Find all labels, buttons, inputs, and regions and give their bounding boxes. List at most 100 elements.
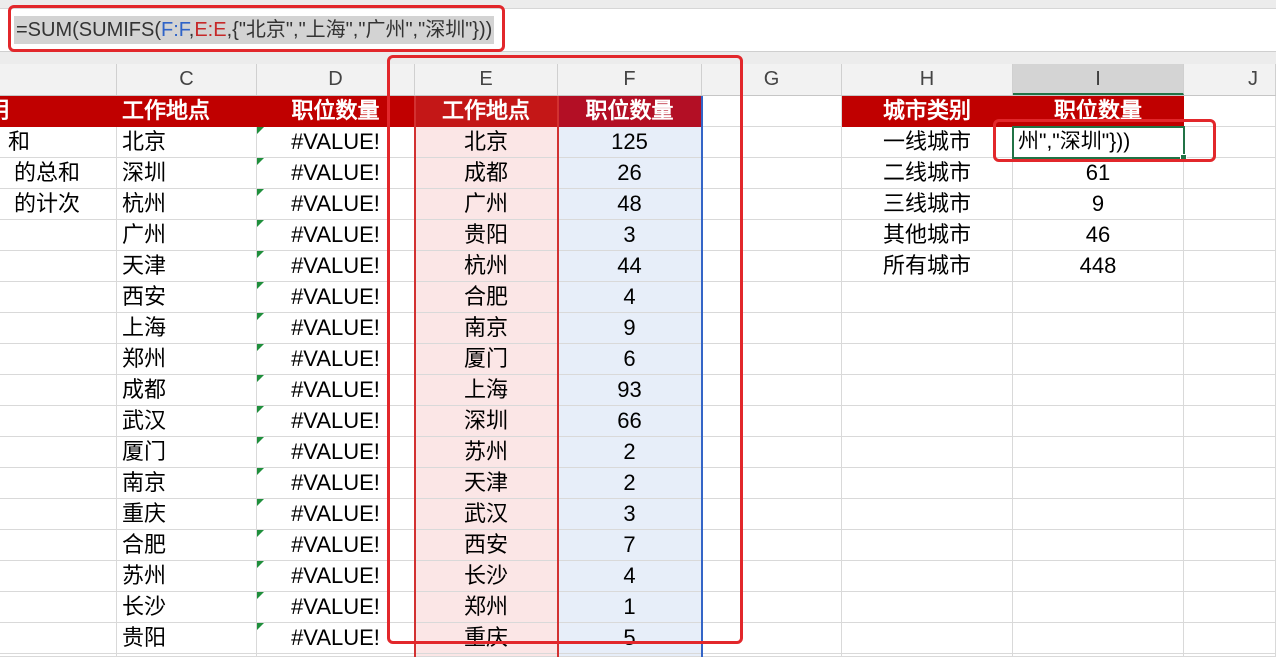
cell-B4[interactable]: 的计次 (0, 189, 117, 220)
cell-E11[interactable]: 深圳 (415, 406, 558, 437)
cell-J7[interactable] (1184, 282, 1276, 313)
cell-G1[interactable] (702, 96, 842, 127)
cell-E9[interactable]: 厦门 (415, 344, 558, 375)
cell-D5[interactable]: #VALUE! (257, 220, 415, 251)
cell-C6[interactable]: 天津 (117, 251, 257, 282)
cell-E16[interactable]: 长沙 (415, 561, 558, 592)
cell-I9[interactable] (1013, 344, 1184, 375)
cell-J1[interactable] (1184, 96, 1276, 127)
cell-F6[interactable]: 44 (558, 251, 702, 282)
cell-F16[interactable]: 4 (558, 561, 702, 592)
cell-C7[interactable]: 西安 (117, 282, 257, 313)
cell-H15[interactable] (842, 530, 1013, 561)
fill-handle[interactable] (1180, 154, 1187, 161)
cell-F10[interactable]: 93 (558, 375, 702, 406)
cell-H6[interactable]: 所有城市 (842, 251, 1013, 282)
cell-I15[interactable] (1013, 530, 1184, 561)
cell-D3[interactable]: #VALUE! (257, 158, 415, 189)
cell-C17[interactable]: 长沙 (117, 592, 257, 623)
cell-G10[interactable] (702, 375, 842, 406)
cell-B17[interactable] (0, 592, 117, 623)
cell-B5[interactable] (0, 220, 117, 251)
cell-E18[interactable]: 重庆 (415, 623, 558, 654)
cell-D16[interactable]: #VALUE! (257, 561, 415, 592)
cell-G8[interactable] (702, 313, 842, 344)
cell-H5[interactable]: 其他城市 (842, 220, 1013, 251)
cell-D9[interactable]: #VALUE! (257, 344, 415, 375)
cell-D1[interactable]: 职位数量 (257, 96, 415, 127)
cell-D2[interactable]: #VALUE! (257, 127, 415, 158)
cell-I7[interactable] (1013, 282, 1184, 313)
cell-G7[interactable] (702, 282, 842, 313)
cell-D14[interactable]: #VALUE! (257, 499, 415, 530)
cell-F12[interactable]: 2 (558, 437, 702, 468)
cell-C10[interactable]: 成都 (117, 375, 257, 406)
cell-F17[interactable]: 1 (558, 592, 702, 623)
cell-F18[interactable]: 5 (558, 623, 702, 654)
cell-D15[interactable]: #VALUE! (257, 530, 415, 561)
cell-I3[interactable]: 61 (1013, 158, 1184, 189)
cell-E2[interactable]: 北京 (415, 127, 558, 158)
cell-D8[interactable]: #VALUE! (257, 313, 415, 344)
cell-E14[interactable]: 武汉 (415, 499, 558, 530)
cell-D13[interactable]: #VALUE! (257, 468, 415, 499)
cell-B18[interactable] (0, 623, 117, 654)
cell-J14[interactable] (1184, 499, 1276, 530)
cell-E6[interactable]: 杭州 (415, 251, 558, 282)
cell-D7[interactable]: #VALUE! (257, 282, 415, 313)
cell-F3[interactable]: 26 (558, 158, 702, 189)
cell-H16[interactable] (842, 561, 1013, 592)
cell-C16[interactable]: 苏州 (117, 561, 257, 592)
cell-E8[interactable]: 南京 (415, 313, 558, 344)
cell-E5[interactable]: 贵阳 (415, 220, 558, 251)
cell-G16[interactable] (702, 561, 842, 592)
cell-C8[interactable]: 上海 (117, 313, 257, 344)
cell-H18[interactable] (842, 623, 1013, 654)
cell-C11[interactable]: 武汉 (117, 406, 257, 437)
cell-B9[interactable] (0, 344, 117, 375)
cell-G2[interactable] (702, 127, 842, 158)
cell-E10[interactable]: 上海 (415, 375, 558, 406)
cell-E13[interactable]: 天津 (415, 468, 558, 499)
cell-D11[interactable]: #VALUE! (257, 406, 415, 437)
cell-C18[interactable]: 贵阳 (117, 623, 257, 654)
cell-H12[interactable] (842, 437, 1013, 468)
cell-B13[interactable] (0, 468, 117, 499)
cell-E12[interactable]: 苏州 (415, 437, 558, 468)
cell-J6[interactable] (1184, 251, 1276, 282)
cell-J8[interactable] (1184, 313, 1276, 344)
cell-B16[interactable] (0, 561, 117, 592)
cell-H8[interactable] (842, 313, 1013, 344)
cell-I2[interactable]: 州","深圳"})) (1013, 127, 1184, 158)
cell-C14[interactable]: 重庆 (117, 499, 257, 530)
cell-G12[interactable] (702, 437, 842, 468)
cell-H17[interactable] (842, 592, 1013, 623)
cell-C2[interactable]: 北京 (117, 127, 257, 158)
cell-E4[interactable]: 广州 (415, 189, 558, 220)
cell-H10[interactable] (842, 375, 1013, 406)
cell-B2[interactable]: 和 (0, 127, 117, 158)
cell-G4[interactable] (702, 189, 842, 220)
cell-D6[interactable]: #VALUE! (257, 251, 415, 282)
cell-C13[interactable]: 南京 (117, 468, 257, 499)
cell-H7[interactable] (842, 282, 1013, 313)
cell-F13[interactable]: 2 (558, 468, 702, 499)
cell-I16[interactable] (1013, 561, 1184, 592)
cell-C4[interactable]: 杭州 (117, 189, 257, 220)
cell-G17[interactable] (702, 592, 842, 623)
cell-J3[interactable] (1184, 158, 1276, 189)
cell-J5[interactable] (1184, 220, 1276, 251)
cell-F5[interactable]: 3 (558, 220, 702, 251)
cell-F2[interactable]: 125 (558, 127, 702, 158)
cell-D18[interactable]: #VALUE! (257, 623, 415, 654)
cell-J4[interactable] (1184, 189, 1276, 220)
cell-F4[interactable]: 48 (558, 189, 702, 220)
cell-B3[interactable]: 的总和 (0, 158, 117, 189)
cell-I4[interactable]: 9 (1013, 189, 1184, 220)
cell-G6[interactable] (702, 251, 842, 282)
cell-G9[interactable] (702, 344, 842, 375)
cell-E17[interactable]: 郑州 (415, 592, 558, 623)
cell-H4[interactable]: 三线城市 (842, 189, 1013, 220)
cell-D17[interactable]: #VALUE! (257, 592, 415, 623)
cell-J16[interactable] (1184, 561, 1276, 592)
